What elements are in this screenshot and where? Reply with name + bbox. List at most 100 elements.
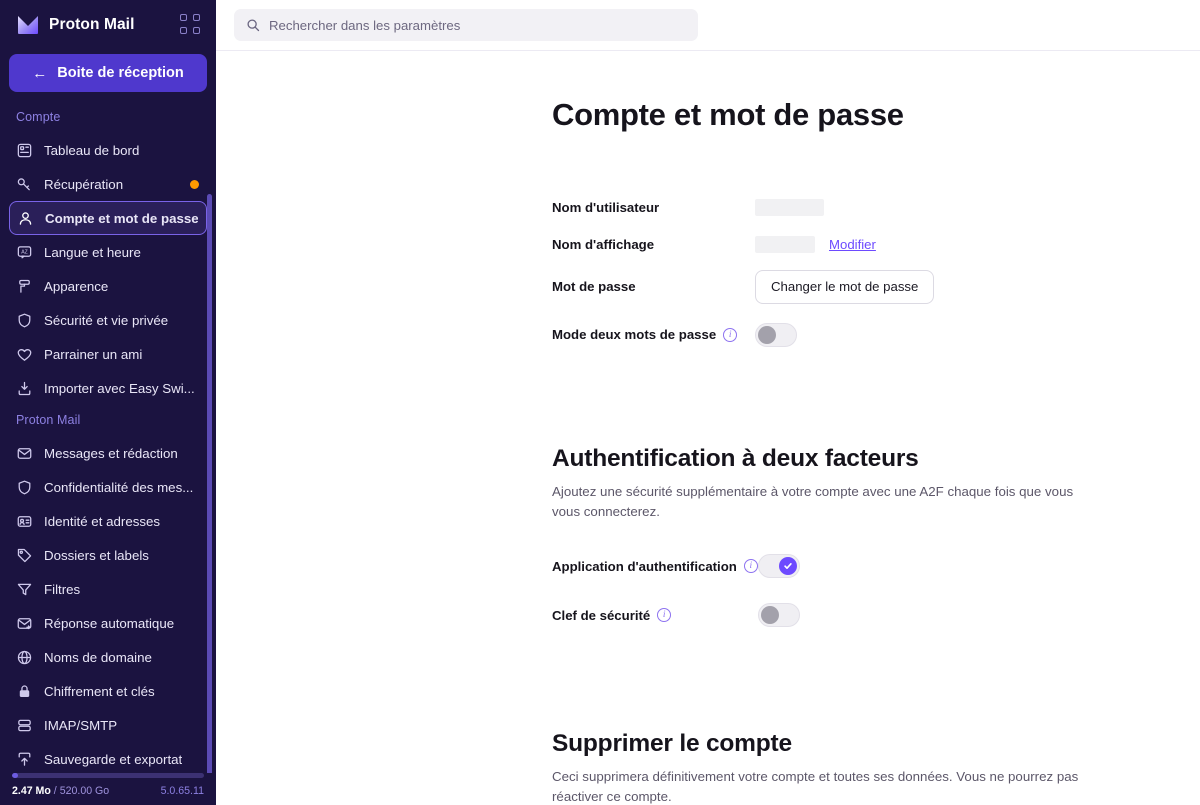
shield-icon bbox=[18, 313, 31, 327]
topbar bbox=[216, 0, 1200, 51]
status-badge-dot bbox=[190, 179, 199, 189]
apps-grid-dot bbox=[192, 14, 200, 21]
sidebar-item-label: Sauvegarde et exportat bbox=[44, 751, 183, 767]
info-icon[interactable]: i bbox=[657, 608, 672, 623]
info-icon[interactable]: i bbox=[723, 327, 738, 342]
change-password-button[interactable]: Changer le mot de passe bbox=[755, 269, 935, 304]
user-icon bbox=[19, 211, 32, 225]
tag-icon bbox=[17, 548, 32, 562]
arrow-left-icon: ← bbox=[32, 64, 48, 82]
sidebar-item-label: Dossiers et labels bbox=[44, 547, 149, 563]
apps-grid-dot bbox=[180, 26, 187, 34]
sidebar-item-label: Apparence bbox=[44, 278, 109, 294]
server-icon bbox=[18, 719, 31, 731]
sidebar-item-label: IMAP/SMTP bbox=[44, 717, 118, 733]
security-key-label: Clef de sécurité i bbox=[552, 608, 758, 623]
authenticator-app-text: Application d'authentification bbox=[552, 558, 737, 574]
apps-grid-dot bbox=[192, 26, 200, 34]
proton-mail-logo bbox=[18, 16, 38, 34]
brand[interactable]: Proton Mail bbox=[16, 13, 135, 37]
sidebar-item-label: Sécurité et vie privée bbox=[44, 312, 169, 328]
sidebar-scrollbar[interactable] bbox=[207, 194, 212, 773]
field-row-security-key: Clef de sécurité i bbox=[552, 597, 1200, 634]
sidebar-item-importer-avec-easy-swi[interactable]: Importer avec Easy Swi... bbox=[9, 371, 207, 405]
two-password-mode-value bbox=[755, 322, 797, 347]
displayname-value: Modifier bbox=[755, 236, 876, 253]
username-value bbox=[755, 199, 824, 216]
sidebar-item-dossiers-et-labels[interactable]: Dossiers et labels bbox=[9, 538, 207, 572]
sidebar-item-label: Tableau de bord bbox=[44, 142, 140, 158]
sidebar-item-tableau-de-bord[interactable]: Tableau de bord bbox=[9, 133, 207, 167]
security-key-text: Clef de sécurité bbox=[552, 607, 651, 623]
sidebar-item-imap-smtp[interactable]: IMAP/SMTP bbox=[9, 708, 207, 742]
two-password-mode-toggle[interactable] bbox=[755, 322, 797, 347]
sidebar-item-r-ponse-automatique[interactable]: Réponse automatique bbox=[9, 606, 207, 640]
back-to-inbox-button[interactable]: ← Boite de réception bbox=[9, 54, 207, 92]
username-label: Nom d'utilisateur bbox=[552, 200, 660, 215]
displayname-label: Nom d'affichage bbox=[552, 237, 655, 252]
apps-grid-icon[interactable] bbox=[180, 14, 202, 36]
export-icon bbox=[18, 752, 31, 766]
sidebar-item-filtres[interactable]: Filtres bbox=[9, 572, 207, 606]
sidebar-nav: Compte Tableau de bord Récupération Compte … bbox=[0, 102, 216, 773]
delete-account-title: Supprimer le compte bbox=[552, 729, 792, 757]
lock-icon bbox=[19, 684, 30, 697]
check-icon bbox=[784, 563, 792, 570]
toggle-knob bbox=[779, 557, 797, 576]
sidebar-item-label: Parrainer un ami bbox=[44, 346, 143, 362]
sidebar-item-apparence[interactable]: Apparence bbox=[9, 269, 207, 303]
sidebar-item-confidentialit-des-mes[interactable]: Confidentialité des mes... bbox=[9, 470, 207, 504]
two-factor-description: Ajoutez une sécurité supplémentaire à vo… bbox=[552, 484, 1074, 519]
field-row-two-password-mode: Mode deux mots de passe i bbox=[552, 316, 1200, 353]
globe-icon bbox=[17, 650, 32, 664]
page-title: Compte et mot de passe bbox=[552, 97, 904, 132]
sidebar-item-noms-de-domaine[interactable]: Noms de domaine bbox=[9, 640, 207, 674]
sidebar-item-compte-et-mot-de-passe[interactable]: Compte et mot de passe bbox=[9, 201, 207, 235]
toggle-knob bbox=[758, 325, 776, 344]
sidebar-item-chiffrement-et-cl-s[interactable]: Chiffrement et clés bbox=[9, 674, 207, 708]
storage-text: 2.47 Mo / 520.00 Go bbox=[12, 785, 109, 797]
sidebar-item-s-curit-et-vie-priv-e[interactable]: Sécurité et vie privée bbox=[9, 303, 207, 337]
info-icon[interactable]: i bbox=[743, 559, 758, 574]
sidebar-item-identit-et-adresses[interactable]: Identité et adresses bbox=[9, 504, 207, 538]
redacted-username bbox=[755, 199, 824, 216]
settings-content: Compte et mot de passe Nom d'utilisateur… bbox=[216, 51, 1200, 805]
two-password-mode-text: Mode deux mots de passe bbox=[552, 327, 717, 342]
settings-search[interactable] bbox=[234, 9, 698, 41]
two-factor-title: Authentification à deux facteurs bbox=[552, 445, 919, 472]
dashboard-icon bbox=[17, 143, 32, 157]
field-row-password: Mot de passe Changer le mot de passe bbox=[552, 268, 1200, 305]
sidebar-item-label: Identité et adresses bbox=[44, 513, 161, 529]
app-version: 5.0.65.11 bbox=[160, 785, 204, 797]
authenticator-app-toggle[interactable] bbox=[758, 554, 800, 579]
delete-account-section: Supprimer le compte Ceci supprimera défi… bbox=[552, 730, 1200, 805]
sidebar-item-sauvegarde-et-exportat[interactable]: Sauvegarde et exportat bbox=[9, 742, 207, 773]
shield-icon bbox=[18, 480, 31, 494]
field-row-username: Nom d'utilisateur bbox=[552, 189, 1200, 226]
storage-fill bbox=[12, 773, 18, 778]
storage-separator: / bbox=[50, 785, 60, 797]
storage-total: 520.00 Go bbox=[59, 785, 110, 797]
sidebar-group-label: Compte bbox=[16, 110, 61, 124]
sidebar-item-messages-et-r-daction[interactable]: Messages et rédaction bbox=[9, 436, 207, 470]
sidebar-item-label: Importer avec Easy Swi... bbox=[44, 380, 195, 396]
search-input[interactable] bbox=[269, 17, 686, 33]
sidebar-item-label: Messages et rédaction bbox=[44, 445, 178, 461]
sidebar-item-label: Langue et heure bbox=[44, 244, 141, 260]
sidebar-item-langue-et-heure[interactable]: AZ Langue et heure bbox=[9, 235, 207, 269]
envelope-reply-icon bbox=[17, 617, 32, 629]
security-key-toggle[interactable] bbox=[758, 603, 800, 628]
sidebar-item-parrainer-un-ami[interactable]: Parrainer un ami bbox=[9, 337, 207, 371]
import-icon bbox=[18, 381, 31, 395]
sidebar-item-label: Chiffrement et clés bbox=[44, 683, 155, 699]
sidebar-item-r-cup-ration[interactable]: Récupération bbox=[9, 167, 207, 201]
password-value: Changer le mot de passe bbox=[755, 269, 935, 304]
modify-displayname-link[interactable]: Modifier bbox=[829, 237, 876, 252]
delete-account-description: Ceci supprimera définitivement votre com… bbox=[552, 768, 1079, 804]
filter-icon bbox=[17, 583, 32, 595]
account-section: Nom d'utilisateur Nom d'affichage Modifi… bbox=[552, 189, 1200, 353]
sidebar-item-label: Compte et mot de passe bbox=[45, 210, 198, 226]
sidebar: Proton Mail ← Boite de réception Compte T… bbox=[0, 0, 216, 805]
